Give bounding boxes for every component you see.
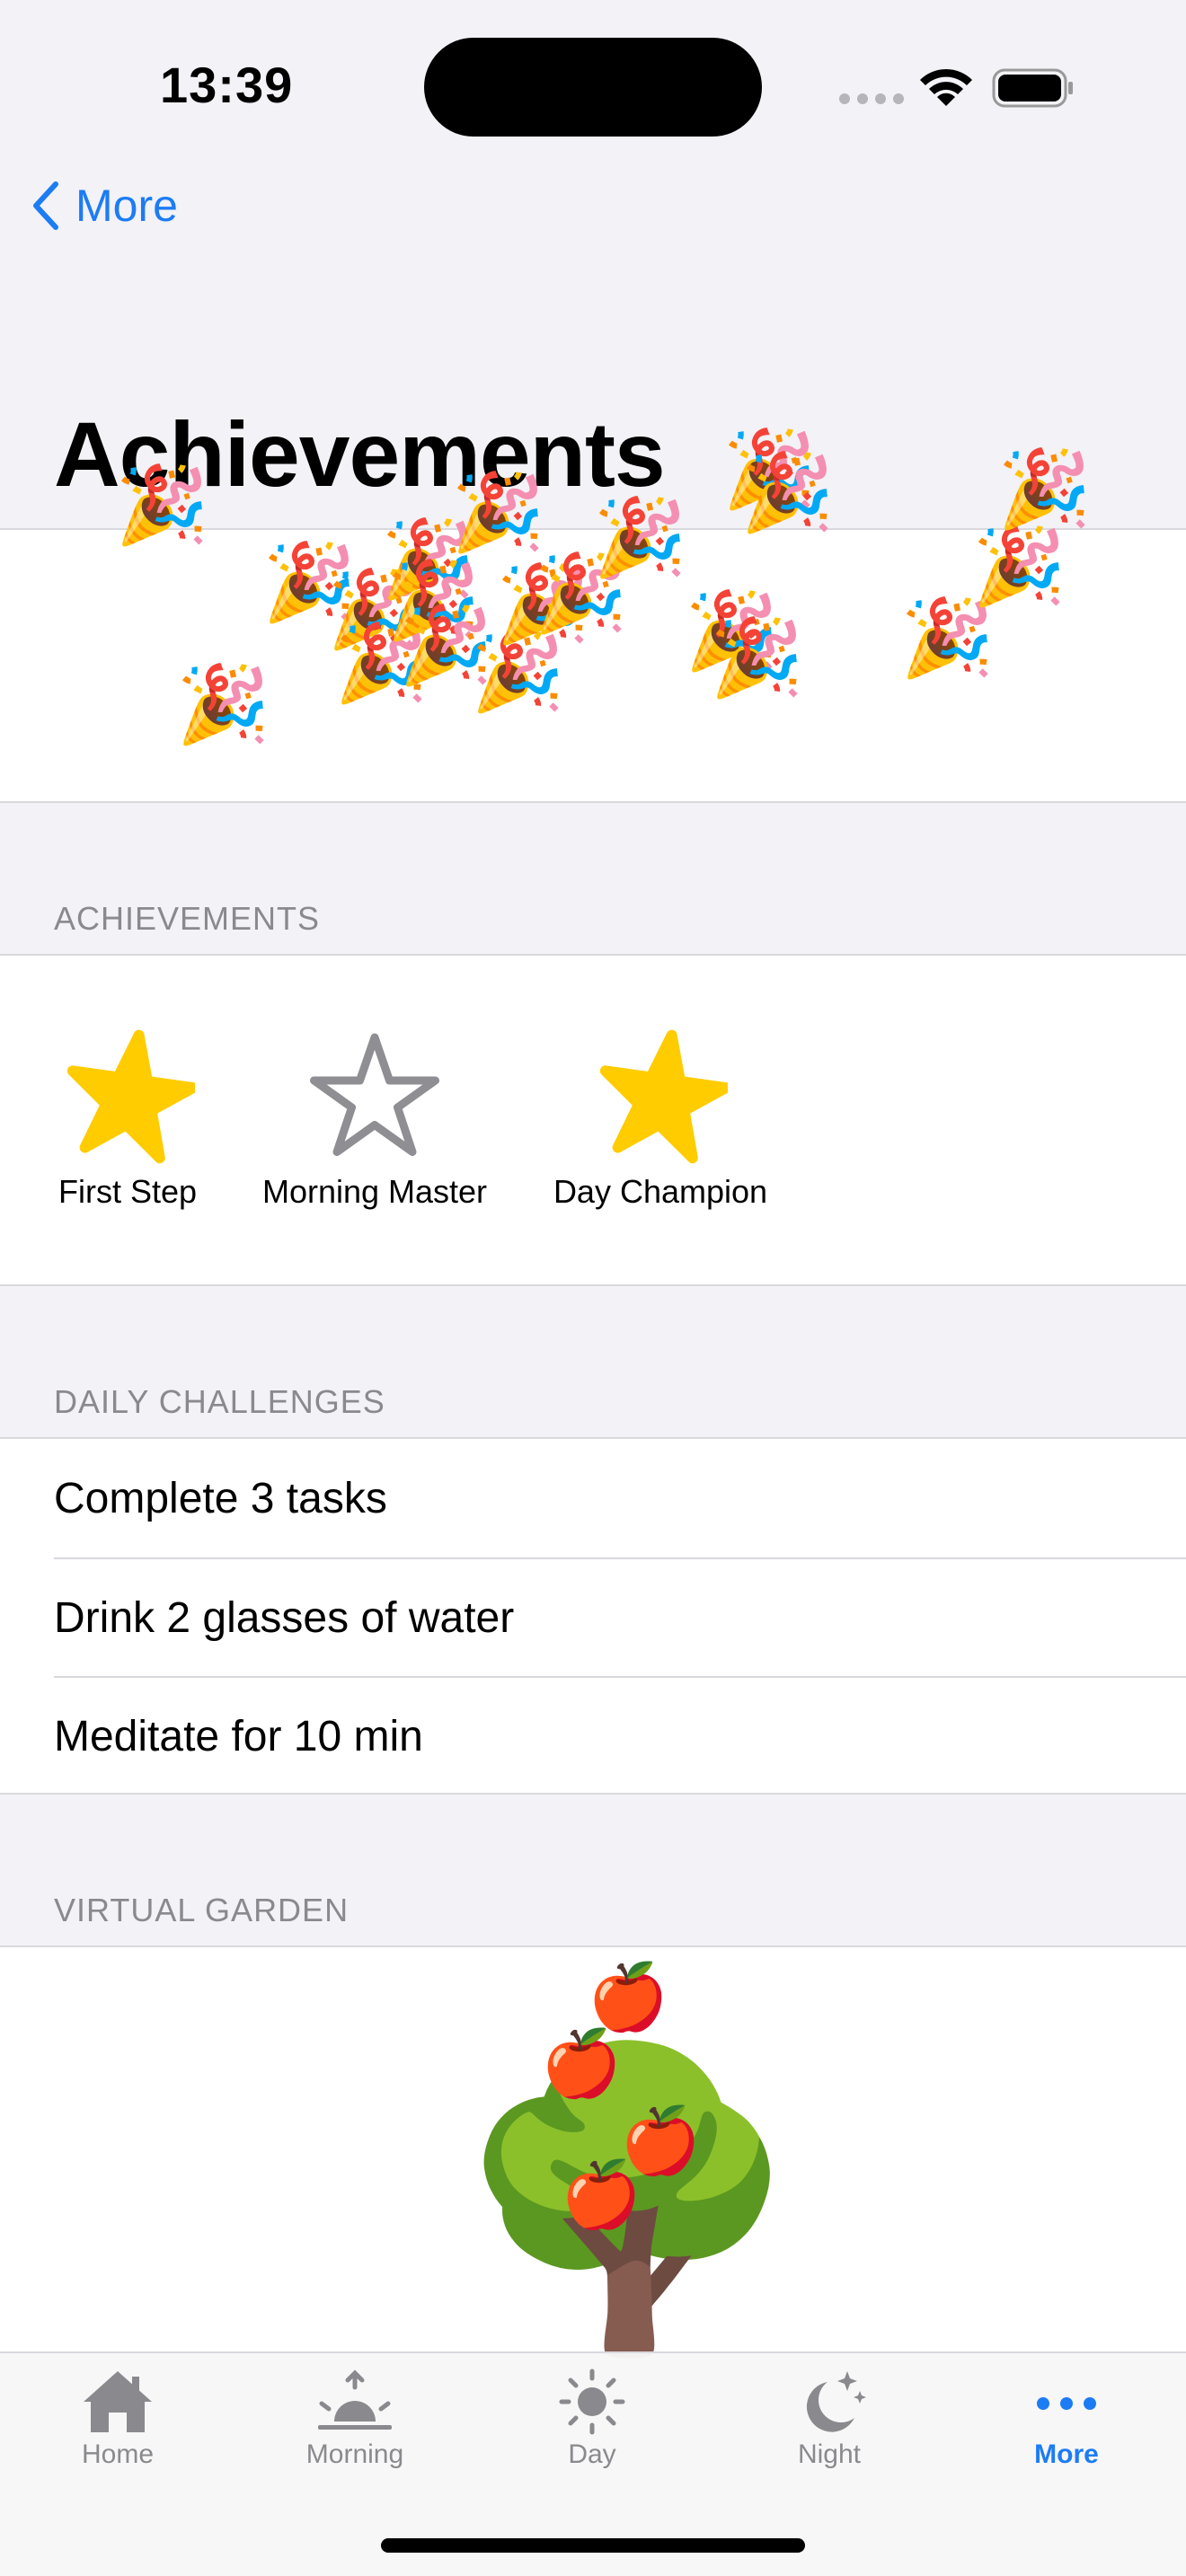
- party-popper-icon: 🎉: [900, 595, 995, 680]
- back-label: More: [75, 181, 178, 231]
- party-popper-icon: 🎉: [997, 446, 1092, 531]
- tab-day[interactable]: Day: [502, 2368, 682, 2470]
- party-popper-icon: 🎉: [740, 450, 835, 534]
- apple-icon: 🍎: [588, 1962, 668, 2033]
- tab-morning[interactable]: Morning: [265, 2368, 445, 2470]
- garden-section-header: VIRTUAL GARDEN: [54, 1892, 350, 1928]
- tab-label: Home: [81, 2439, 155, 2469]
- tab-home[interactable]: Home: [28, 2368, 208, 2470]
- party-popper-icon: 🎉: [176, 662, 270, 746]
- tab-more[interactable]: More: [977, 2368, 1156, 2470]
- achievement-label: Day Champion: [553, 1173, 768, 1210]
- party-popper-icon: 🎉: [710, 615, 804, 700]
- achievements-card: First Step Morning Master Day Champion: [0, 954, 1186, 1286]
- achievement-morning-master[interactable]: Morning Master: [255, 1029, 494, 1211]
- home-indicator: [381, 2538, 805, 2553]
- star-filled-icon: [66, 1029, 195, 1164]
- status-time: 13:39: [160, 57, 294, 113]
- tab-label: Morning: [305, 2439, 404, 2469]
- achievement-first-step[interactable]: First Step: [54, 1029, 201, 1211]
- back-button[interactable]: More: [32, 180, 178, 232]
- achievement-label: First Step: [58, 1173, 198, 1210]
- tab-night[interactable]: Night: [739, 2368, 919, 2470]
- achievements-section-header: ACHIEVEMENTS: [54, 900, 321, 937]
- dynamic-island: [424, 38, 762, 137]
- sun-icon: [559, 2369, 625, 2435]
- apple-icon: 🍎: [561, 2159, 642, 2231]
- star-outline-icon: [310, 1033, 439, 1156]
- challenge-row[interactable]: Complete 3 tasks: [54, 1439, 1186, 1557]
- star-filled-icon: [599, 1029, 728, 1164]
- party-popper-icon: 🎉: [115, 463, 209, 547]
- moon-stars-icon: [806, 2371, 866, 2432]
- wifi-icon: [920, 68, 972, 106]
- tab-label: Day: [568, 2439, 616, 2469]
- battery-icon: [992, 68, 1073, 108]
- party-popper-icon: 🎉: [451, 470, 545, 554]
- apple-icon: 🍎: [541, 2028, 622, 2100]
- achievement-label: Morning Master: [261, 1173, 488, 1210]
- challenge-row[interactable]: Meditate for 10 min: [54, 1676, 1186, 1795]
- house-icon: [84, 2371, 152, 2432]
- challenges-section-header: DAILY CHALLENGES: [54, 1383, 385, 1420]
- party-popper-icon: 🎉: [972, 524, 1067, 608]
- challenges-card: Complete 3 tasks Drink 2 glasses of wate…: [0, 1437, 1186, 1795]
- party-popper-icon: 🎉: [593, 495, 687, 579]
- ellipsis-icon: [1037, 2397, 1096, 2410]
- chevron-left-icon: [33, 181, 58, 230]
- tab-label: More: [1034, 2439, 1099, 2469]
- signal-icon: [839, 93, 904, 104]
- sunrise-icon: [318, 2369, 392, 2430]
- challenge-row[interactable]: Drink 2 glasses of water: [54, 1557, 1186, 1676]
- achievement-day-champion[interactable]: Day Champion: [548, 1029, 773, 1211]
- tab-label: Night: [797, 2439, 862, 2469]
